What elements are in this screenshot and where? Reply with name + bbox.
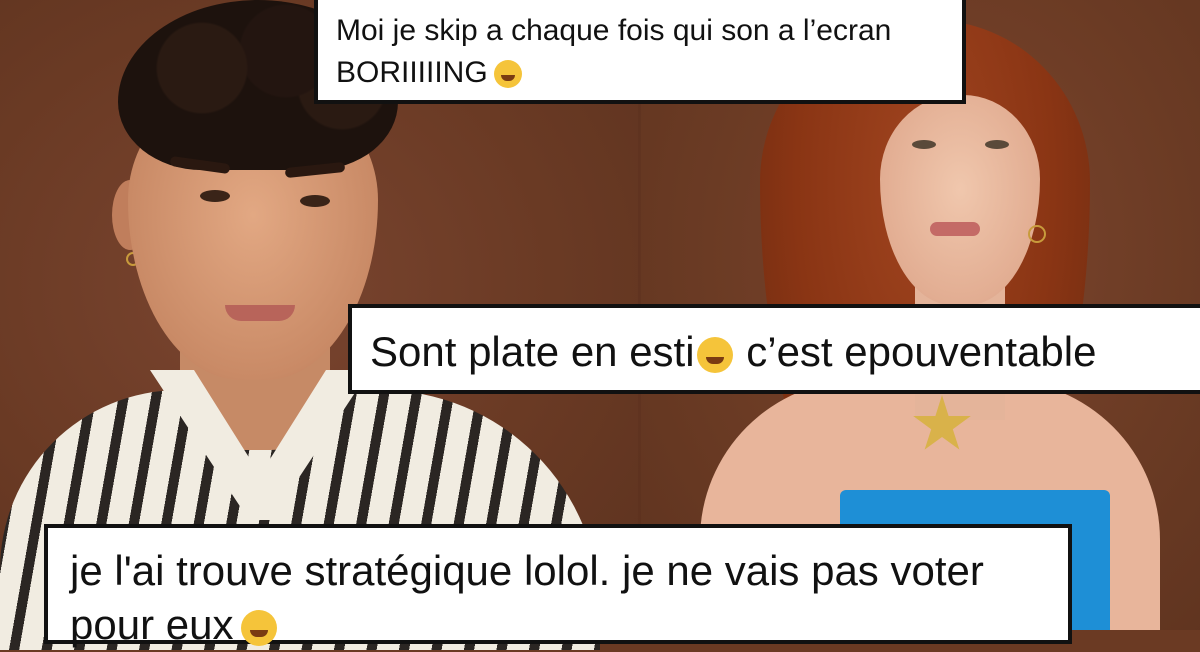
- comment-3-line-2: pour eux: [70, 598, 1046, 652]
- man-eye-right: [300, 195, 330, 207]
- comment-1-line-2: BORIIIIING: [336, 52, 944, 94]
- man-mouth: [225, 305, 295, 321]
- woman-mouth: [930, 222, 980, 236]
- woman-earring: [1028, 225, 1046, 243]
- woman-eye-left: [912, 140, 936, 149]
- comment-2-text-before: Sont plate en esti: [370, 328, 695, 375]
- comment-2-text-after: c’est epouventable: [734, 328, 1097, 375]
- comment-box-2: Sont plate en esti c’est epouventable: [348, 304, 1200, 394]
- man-eye-left: [200, 190, 230, 202]
- comment-1-line-2-text: BORIIIIING: [336, 56, 488, 89]
- tears-of-joy-icon: [696, 336, 733, 373]
- woman-eye-right: [985, 140, 1009, 149]
- comment-box-3: je l'ai trouve stratégique lolol. je ne …: [44, 524, 1072, 648]
- comment-box-1: Moi je skip a chaque fois qui son a l’ec…: [314, 0, 966, 104]
- comment-3-line-2-text: pour eux: [70, 601, 234, 648]
- comment-1-line-1: Moi je skip a chaque fois qui son a l’ec…: [336, 14, 892, 47]
- sleeping-face-icon: [493, 60, 522, 89]
- comment-3-line-1: je l'ai trouve stratégique lolol. je ne …: [70, 547, 984, 594]
- tears-of-joy-icon: [241, 609, 278, 646]
